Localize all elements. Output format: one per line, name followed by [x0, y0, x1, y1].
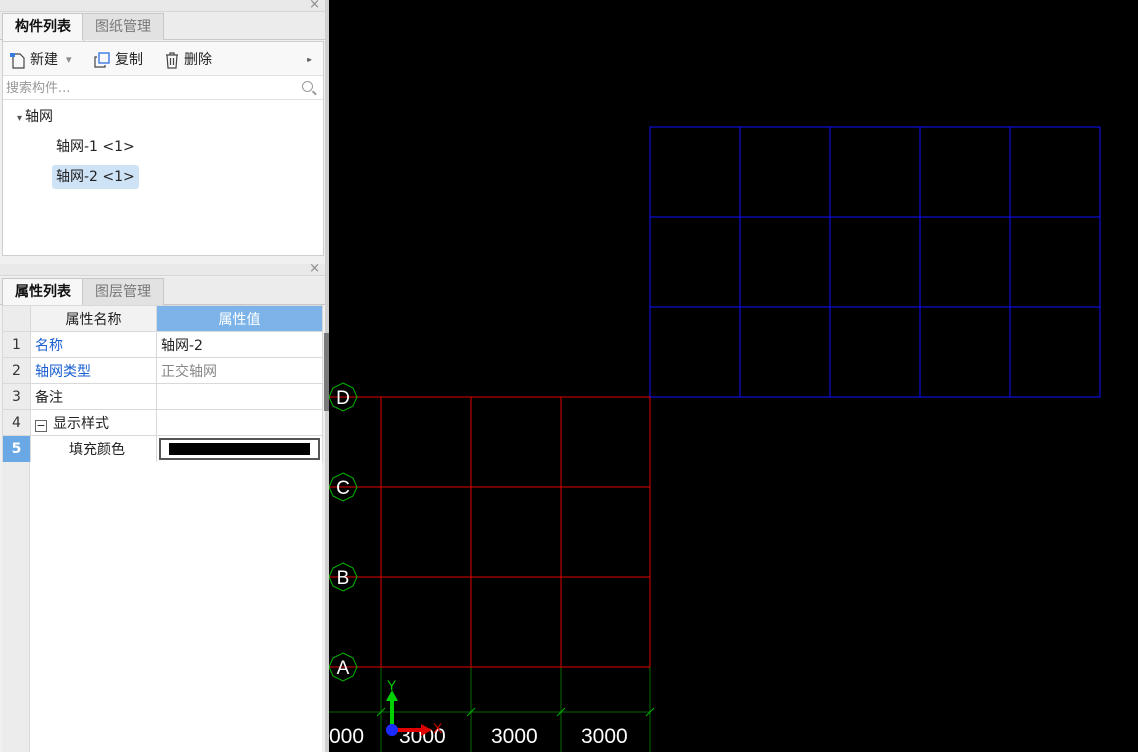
tab-component-list[interactable]: 构件列表 — [2, 13, 84, 41]
row-number: 5 — [2, 435, 31, 463]
axis-label-d: D — [336, 388, 350, 409]
property-row-name[interactable]: 1 名称 轴网-2 — [2, 331, 323, 358]
color-picker[interactable] — [159, 438, 320, 460]
dimension-text: 3000 — [491, 725, 538, 748]
tree-item-axis-grid-2[interactable]: 轴网-2 <1> — [52, 165, 139, 189]
canvas-background — [329, 0, 1138, 752]
component-toolbar: 新建 ▾ 复制 删除 ▸▸ — [3, 42, 323, 76]
more-tools-icon[interactable]: ▸▸ — [307, 49, 312, 71]
property-name: 显示样式 — [53, 415, 109, 432]
property-row-display-style[interactable]: 4 − 显示样式 — [2, 409, 323, 436]
tree-root-label: 轴网 — [25, 109, 54, 125]
search-input[interactable] — [6, 78, 296, 98]
new-button-label: 新建 — [30, 52, 58, 68]
property-header-row: 属性名称 属性值 — [2, 305, 323, 332]
ucs-y-label: Y — [387, 677, 397, 693]
new-document-icon — [10, 52, 25, 69]
row-number: 2 — [2, 357, 31, 384]
property-value-grid-type: 正交轴网 — [156, 357, 323, 384]
component-panel-header: × — [0, 0, 326, 12]
component-panel-tabbar: 构件列表 图纸管理 — [0, 12, 326, 41]
copy-button[interactable]: 复制 — [93, 49, 143, 71]
search-icon[interactable] — [302, 81, 313, 92]
tab-layer-management[interactable]: 图层管理 — [82, 278, 164, 305]
tab-drawing-management[interactable]: 图纸管理 — [82, 13, 164, 40]
axis-label-c: C — [336, 478, 350, 499]
property-value-fill-color[interactable] — [156, 435, 323, 463]
property-panel-header: × — [0, 261, 326, 277]
property-panel-tabbar: 属性列表 图层管理 — [0, 277, 326, 306]
row-number: 1 — [2, 331, 31, 358]
row-number-header — [2, 305, 31, 332]
copy-icon — [94, 51, 110, 68]
collapse-icon[interactable]: − — [35, 419, 47, 432]
ucs-x-label: X — [433, 720, 443, 736]
delete-button[interactable]: 删除 — [164, 49, 212, 71]
color-swatch — [169, 443, 310, 455]
search-row — [3, 76, 323, 100]
dimension-text: 3000 — [581, 725, 628, 748]
property-table: 属性名称 属性值 1 名称 轴网-2 2 轴网类型 正交轴网 3 备注 4 − 显… — [2, 305, 323, 463]
new-dropdown-icon[interactable]: ▾ — [66, 49, 72, 71]
property-value-name[interactable]: 轴网-2 — [156, 331, 323, 358]
tree-item-axis-grid-1[interactable]: 轴网-1 <1> — [56, 135, 135, 159]
row-number: 3 — [2, 383, 31, 410]
property-row-fill-color[interactable]: 5 填充颜色 — [2, 435, 323, 463]
property-value-header: 属性值 — [156, 305, 323, 332]
copy-button-label: 复制 — [115, 52, 143, 68]
row-number-gutter — [2, 462, 30, 752]
tree-expand-icon[interactable]: ▾ — [17, 113, 22, 124]
tree-root-axis-grid[interactable]: ▾ 轴网 — [17, 105, 53, 129]
axis-label-b: B — [337, 568, 350, 589]
property-value-remark[interactable] — [156, 383, 323, 410]
tab-property-list[interactable]: 属性列表 — [2, 278, 84, 306]
row-number: 4 — [2, 409, 31, 436]
property-name-header: 属性名称 — [30, 305, 157, 332]
new-button[interactable]: 新建 ▾ — [9, 49, 72, 71]
property-name-display-style: − 显示样式 — [30, 409, 157, 436]
property-name: 名称 — [30, 331, 157, 358]
axis-label-a: A — [337, 658, 350, 679]
drawing-canvas[interactable]: D C B A 000 3000 3000 3000 Y X — [329, 0, 1138, 752]
property-panel-close-icon[interactable]: × — [309, 261, 320, 277]
property-row-grid-type[interactable]: 2 轴网类型 正交轴网 — [2, 357, 323, 384]
trash-icon — [166, 51, 178, 69]
property-value-display-style — [156, 409, 323, 436]
property-row-remark[interactable]: 3 备注 — [2, 383, 323, 410]
property-table-empty-area — [2, 462, 322, 752]
dimension-text: 000 — [329, 725, 364, 748]
component-list-body: 新建 ▾ 复制 删除 ▸▸ ▾轴网 — [2, 41, 324, 256]
property-name: 备注 — [30, 383, 157, 410]
ucs-origin — [386, 724, 398, 736]
property-name: 填充颜色 — [30, 435, 157, 463]
delete-button-label: 删除 — [184, 52, 212, 68]
left-panel: × 构件列表 图纸管理 新建 ▾ 复制 删除 ▸▸ 搜索构件... ▾ 轴网 轴… — [0, 0, 328, 752]
property-name: 轴网类型 — [30, 357, 157, 384]
